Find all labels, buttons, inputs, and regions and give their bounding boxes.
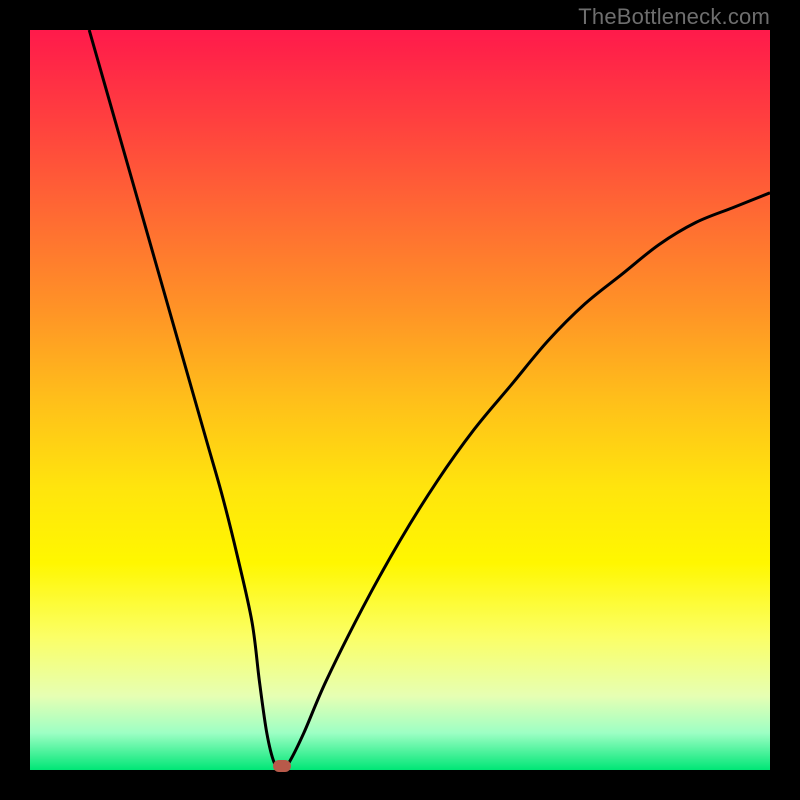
optimal-marker bbox=[273, 760, 291, 772]
attribution-text: TheBottleneck.com bbox=[578, 4, 770, 30]
bottleneck-curve bbox=[30, 30, 770, 770]
chart-frame: TheBottleneck.com bbox=[0, 0, 800, 800]
curve-path bbox=[89, 30, 770, 770]
